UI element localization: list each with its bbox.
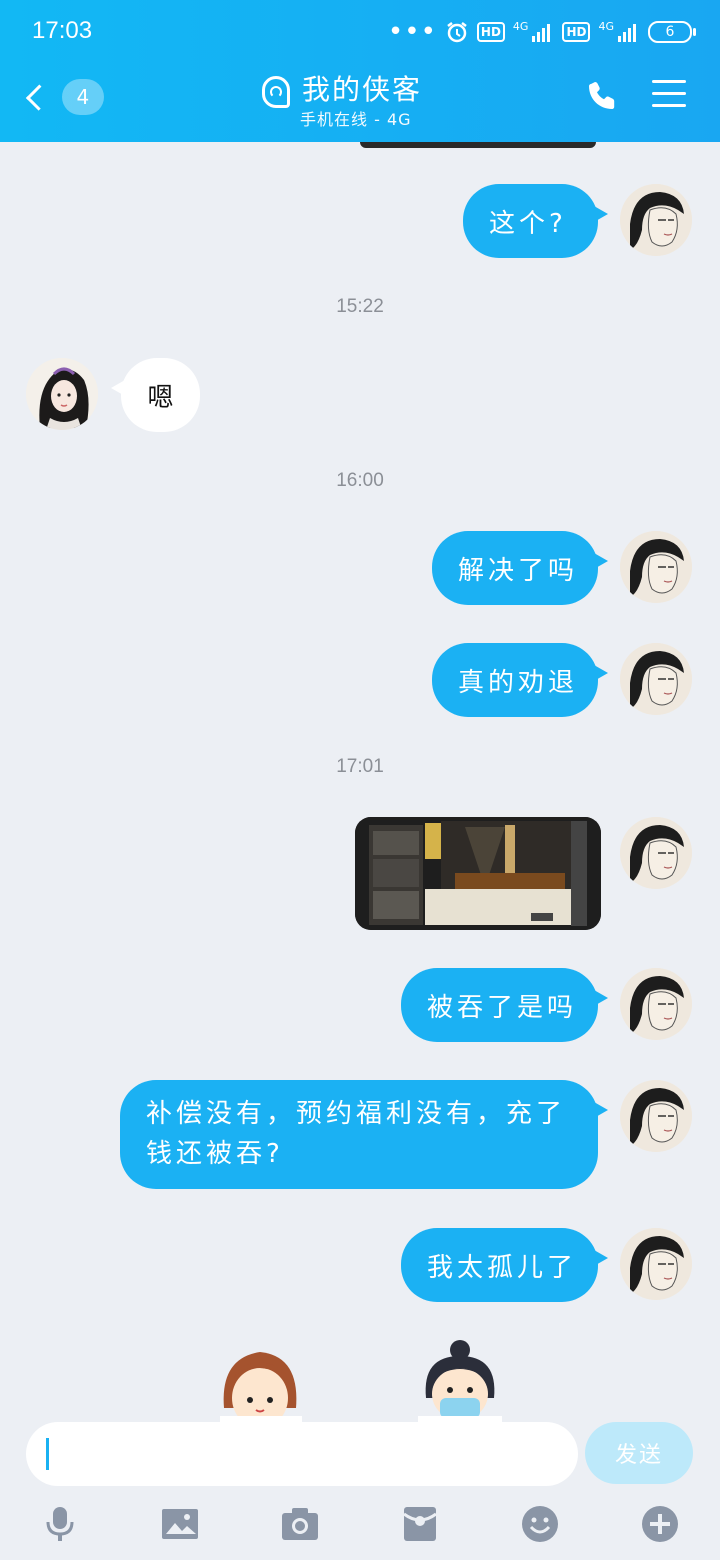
chat-title-area[interactable]: 我的侠客 手机在线 - 4G: [260, 68, 480, 129]
alarm-icon: [447, 22, 467, 43]
red-packet-button[interactable]: [400, 1504, 440, 1544]
chevron-left-icon: [25, 84, 52, 110]
status-time: 17:03: [32, 17, 93, 44]
plus-icon: [642, 1506, 678, 1542]
message-bubble-out[interactable]: 补偿没有，预约福利没有，充了钱还被吞?: [120, 1080, 608, 1189]
battery-indicator: 6: [648, 21, 696, 43]
message-text: 被吞了是吗: [427, 992, 578, 1023]
smiley-icon: [522, 1506, 558, 1542]
camera-button[interactable]: [280, 1504, 320, 1544]
message-text: 补偿没有，预约福利没有，充了钱还被吞?: [146, 1099, 567, 1169]
image-button[interactable]: [160, 1504, 200, 1544]
microphone-icon: [46, 1507, 74, 1541]
timestamp: 17:01: [336, 756, 384, 777]
menu-icon[interactable]: [652, 80, 686, 110]
emoji-button[interactable]: [520, 1504, 560, 1544]
hd-badge-2: HD: [562, 22, 591, 42]
my-avatar[interactable]: [620, 184, 692, 256]
back-button[interactable]: 4: [25, 77, 104, 117]
status-bar: 17:03 ••• HD 4G HD 4G 6: [0, 0, 720, 62]
unread-count-badge: 4: [61, 79, 104, 115]
my-avatar[interactable]: [620, 968, 692, 1040]
composer: 发送: [0, 1412, 720, 1560]
message-input[interactable]: [26, 1422, 578, 1486]
message-bubble-out[interactable]: 这个?: [463, 184, 608, 258]
previous-image-edge[interactable]: [360, 142, 596, 148]
peer-avatar[interactable]: [26, 358, 98, 430]
message-text: 我太孤儿了: [427, 1252, 578, 1283]
top-header: 17:03 ••• HD 4G HD 4G 6 4 我的侠客 手机在线 - 4G: [0, 0, 720, 142]
message-bubble-out[interactable]: 真的劝退: [432, 643, 608, 717]
message-text: 真的劝退: [458, 667, 579, 698]
message-bubble-out[interactable]: 被吞了是吗: [401, 968, 608, 1042]
network-type-1: 4G: [512, 19, 529, 33]
my-avatar[interactable]: [620, 643, 692, 715]
timestamp: 15:22: [336, 296, 384, 317]
my-avatar[interactable]: [620, 1080, 692, 1152]
my-avatar[interactable]: [620, 531, 692, 603]
message-text: 这个?: [489, 208, 567, 239]
more-button[interactable]: [640, 1504, 680, 1544]
timestamp: 16:00: [336, 470, 384, 491]
message-text: 解决了吗: [458, 555, 579, 586]
message-bubble-in[interactable]: 嗯: [111, 358, 200, 432]
image-message[interactable]: [355, 817, 601, 930]
signal-icon-2: [618, 24, 636, 42]
my-avatar[interactable]: [620, 817, 692, 889]
text-caret: [46, 1438, 49, 1470]
earpiece-mode-icon: [262, 76, 290, 108]
hd-badge-1: HD: [476, 22, 505, 42]
signal-icon-1: [532, 24, 551, 42]
chat-title: 我的侠客: [302, 73, 423, 106]
voice-button[interactable]: [40, 1504, 80, 1544]
boy-sticker-icon: [418, 1340, 502, 1422]
image-icon: [162, 1509, 198, 1539]
sticker-decoration: [0, 1338, 720, 1422]
message-bubble-out[interactable]: 解决了吗: [432, 531, 608, 605]
phone-icon[interactable]: [586, 80, 618, 112]
send-button[interactable]: 发送: [585, 1422, 693, 1484]
message-text: 嗯: [147, 382, 174, 413]
network-type-2: 4G: [598, 19, 614, 33]
status-icons: ••• HD 4G HD 4G 6: [387, 17, 696, 47]
camera-icon: [282, 1508, 318, 1540]
red-packet-icon: [403, 1507, 437, 1541]
online-status: 手机在线 - 4G: [300, 110, 412, 129]
composer-toolbar: [0, 1500, 720, 1560]
girl-sticker-icon: [220, 1352, 302, 1422]
message-bubble-out[interactable]: 我太孤儿了: [401, 1228, 608, 1302]
more-notifications-icon: •••: [387, 17, 437, 47]
my-avatar[interactable]: [620, 1228, 692, 1300]
